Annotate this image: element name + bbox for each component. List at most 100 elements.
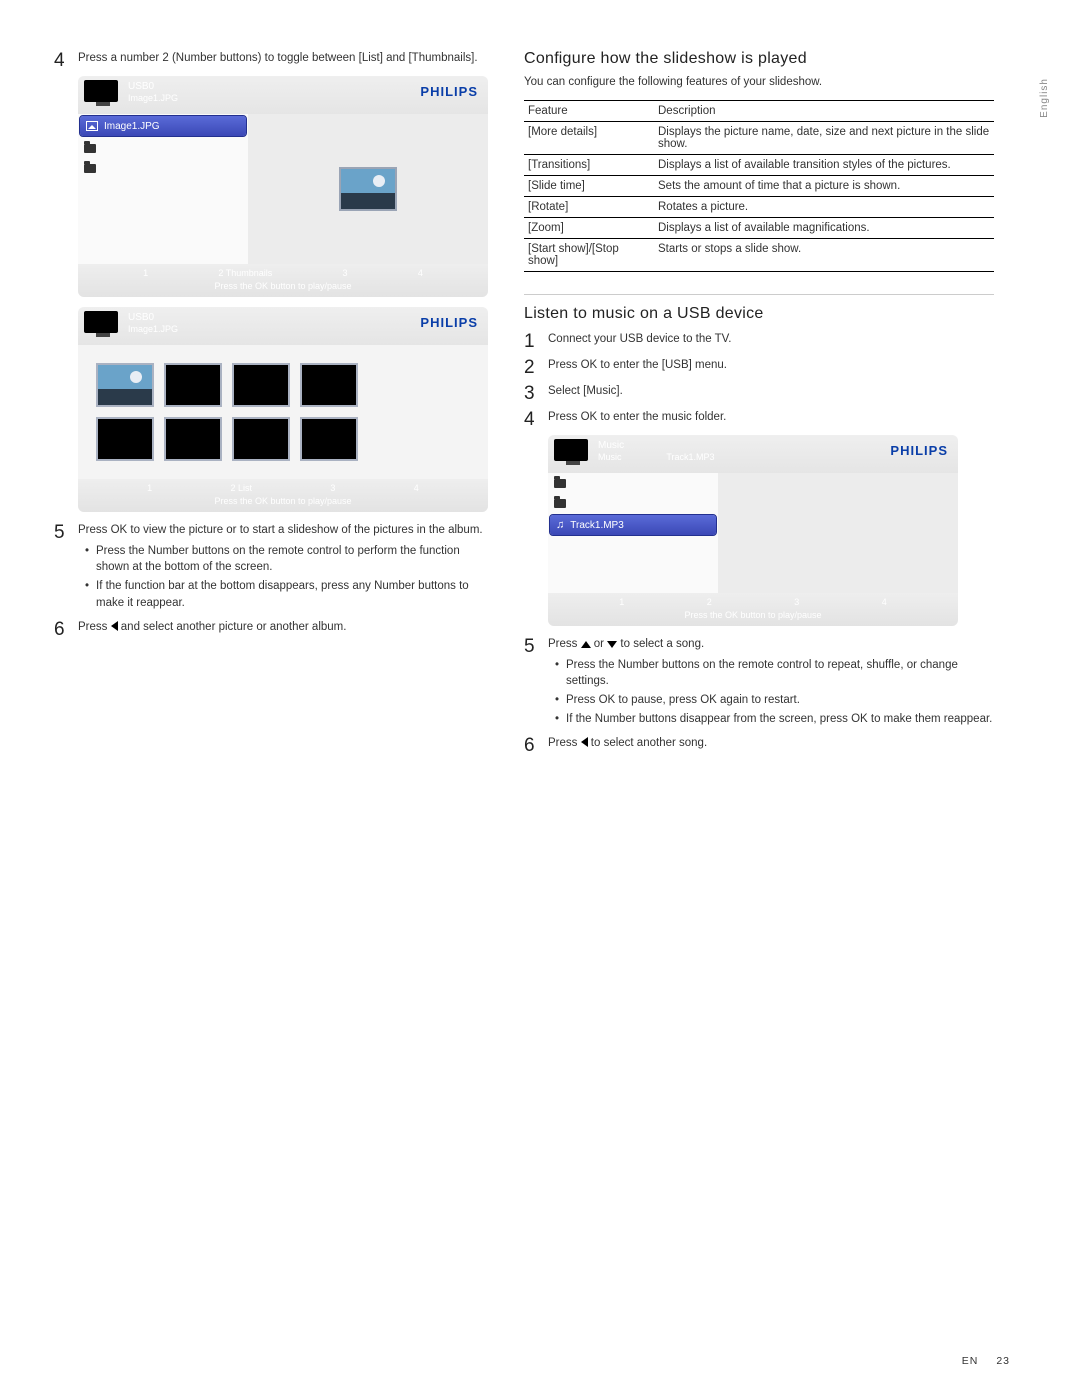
fn-3: 3 — [330, 483, 335, 493]
fn-2: 2 — [707, 597, 712, 607]
thumbnail — [96, 417, 154, 461]
list-item-label: Track1.MP3 — [570, 520, 624, 531]
table-row: [Zoom]Displays a list of available magni… — [524, 218, 994, 239]
music-step-4: Press OK to enter the music folder. — [548, 409, 994, 429]
step-number: 6 — [524, 735, 548, 755]
left-arrow-icon — [581, 737, 588, 747]
panel-subtitle: Music Track1.MP3 — [598, 452, 715, 464]
list-item-selected: ♫ Track1.MP3 — [550, 515, 716, 535]
text-fragment: Track1.MP3 — [666, 452, 714, 462]
tv-panel-list: USB0 Image1.JPG PHILIPS Image1.JPG — [78, 76, 488, 297]
th-feature: Feature — [524, 101, 654, 122]
folder-icon — [84, 164, 96, 173]
text-fragment: or — [591, 638, 608, 650]
thumbnail — [232, 363, 290, 407]
picture-icon — [86, 121, 98, 131]
fn-2: 2 List — [231, 483, 253, 493]
left-column: 4 Press a number 2 (Number buttons) to t… — [54, 50, 490, 761]
cell-feature: [Start show]/[Stop show] — [524, 239, 654, 272]
fn-3: 3 — [343, 268, 348, 278]
text-fragment: Press — [548, 638, 581, 650]
folder-icon — [84, 144, 96, 153]
language-tab: English — [1039, 78, 1050, 118]
list-item — [548, 493, 718, 513]
music-note-icon: ♫ — [556, 520, 564, 531]
footer-lang: EN — [962, 1355, 979, 1367]
cell-desc: Displays a list of available magniﬁcatio… — [654, 218, 994, 239]
th-description: Description — [654, 101, 994, 122]
thumbnail — [164, 363, 222, 407]
step-number: 4 — [54, 50, 78, 70]
fn-4: 4 — [418, 268, 423, 278]
cell-feature: [Rotate] — [524, 197, 654, 218]
panel-title: USB0 — [128, 80, 178, 93]
tv-icon — [84, 80, 122, 108]
fn-hint: Press the OK button to play/pause — [548, 610, 958, 620]
thumbnail-grid — [78, 345, 488, 479]
fn-4: 4 — [414, 483, 419, 493]
thumbnail — [164, 417, 222, 461]
fn-1: 1 — [147, 483, 152, 493]
fn-hint: Press the OK button to play/pause — [78, 281, 488, 291]
step-number: 6 — [54, 619, 78, 639]
fn-2: 2 Thumbnails — [218, 268, 272, 278]
tv-icon — [554, 439, 592, 467]
step-number: 5 — [54, 522, 78, 613]
bullet: If the function bar at the bottom disapp… — [78, 578, 490, 611]
page-footer: EN 23 — [962, 1355, 1010, 1367]
section-heading-configure: Conﬁgure how the slideshow is played — [524, 50, 994, 68]
thumbnail — [300, 363, 358, 407]
footer-page-number: 23 — [996, 1355, 1010, 1367]
bullet: If the Number buttons disappear from the… — [548, 711, 994, 728]
list-item-selected: Image1.JPG — [80, 116, 246, 136]
cell-feature: [Zoom] — [524, 218, 654, 239]
folder-icon — [554, 499, 566, 508]
music-step-1: Connect your USB device to the TV. — [548, 331, 994, 351]
music-step-2: Press OK to enter the [USB] menu. — [548, 357, 994, 377]
step-number: 5 — [524, 636, 548, 729]
step-number: 2 — [524, 357, 548, 377]
music-step-6: Press to select another song. — [548, 735, 994, 755]
bullet: Press the Number buttons on the remote c… — [78, 543, 490, 576]
tv-panel-music: Music Music Track1.MP3 PHILIPS — [548, 435, 958, 626]
cell-feature: [Transitions] — [524, 155, 654, 176]
fn-hint: Press the OK button to play/pause — [78, 496, 488, 506]
text-fragment: and select another picture or another al… — [118, 621, 347, 633]
music-step-3: Select [Music]. — [548, 383, 994, 403]
feature-table: Feature Description [More details]Displa… — [524, 100, 994, 272]
tv-icon — [84, 311, 122, 339]
up-arrow-icon — [581, 641, 591, 648]
panel-subtitle: Image1.JPG — [128, 93, 178, 105]
brand-logo: PHILIPS — [420, 84, 478, 99]
thumbnail — [232, 417, 290, 461]
text-fragment: Press — [548, 737, 581, 749]
tv-panel-thumbs: USB0 Image1.JPG PHILIPS — [78, 307, 488, 512]
step-6-text: Press and select another picture or anot… — [78, 619, 490, 639]
cell-feature: [Slide time] — [524, 176, 654, 197]
fn-4: 4 — [882, 597, 887, 607]
fn-1: 1 — [143, 268, 148, 278]
panel-subtitle: Image1.JPG — [128, 324, 178, 336]
list-item — [78, 158, 248, 178]
list-item — [548, 473, 718, 493]
brand-logo: PHILIPS — [420, 315, 478, 330]
list-item-label: Image1.JPG — [104, 121, 160, 132]
step-number: 1 — [524, 331, 548, 351]
table-row: [Rotate]Rotates a picture. — [524, 197, 994, 218]
music-step-5: Press or to select a song. — [548, 638, 704, 650]
text-fragment: to select another song. — [588, 737, 708, 749]
table-row: [Start show]/[Stop show]Starts or stops … — [524, 239, 994, 272]
table-row: [More details]Displays the picture name,… — [524, 122, 994, 155]
cell-desc: Starts or stops a slide show. — [654, 239, 994, 272]
section-divider — [524, 294, 994, 295]
cell-desc: Displays the picture name, date, size an… — [654, 122, 994, 155]
thumbnail — [96, 363, 154, 407]
step-5-text: Press OK to view the picture or to start… — [78, 524, 483, 536]
text-fragment: Music — [598, 452, 622, 462]
panel-title: Music — [598, 439, 715, 452]
section-heading-music: Listen to music on a USB device — [524, 305, 994, 323]
thumbnail — [300, 417, 358, 461]
table-row: [Slide time]Sets the amount of time that… — [524, 176, 994, 197]
cell-desc: Displays a list of available transition … — [654, 155, 994, 176]
panel-title: USB0 — [128, 311, 178, 324]
